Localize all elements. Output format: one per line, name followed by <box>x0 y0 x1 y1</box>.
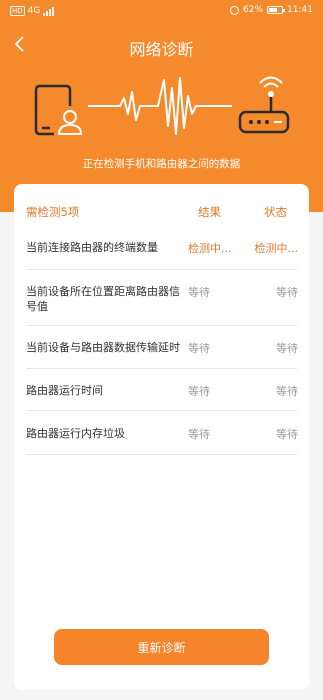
battery-fill <box>269 8 277 12</box>
check-result: 等待 <box>188 286 210 299</box>
table-header: 需检测5项 结果 状态 <box>26 204 297 220</box>
header-result: 结果 <box>198 205 221 219</box>
phone-user-icon <box>34 84 83 136</box>
header-status: 状态 <box>264 205 287 219</box>
list-item: 当前设备与路由器数据传输延时 等待 等待 <box>26 326 298 369</box>
list-item: 路由器运行时间 等待 等待 <box>26 369 298 411</box>
status-left: HD 4G <box>10 6 55 16</box>
list-item: 当前设备所在位置距离路由器信号值 等待 等待 <box>26 270 298 326</box>
list-item: 路由器运行内存垃圾 等待 等待 <box>26 411 298 455</box>
rediagnose-button[interactable]: 重新诊断 <box>54 629 269 665</box>
status-bar: HD 4G 62% 11:41 <box>0 0 323 22</box>
check-name: 当前设备所在位置距离路由器信号值 <box>26 285 180 313</box>
check-status: 等待 <box>276 385 298 398</box>
banner-caption: 正在检测手机和路由器之间的数据 <box>82 158 241 170</box>
check-status: 等待 <box>276 428 298 441</box>
status-right: 62% 11:41 <box>230 5 313 15</box>
network-type: 4G <box>27 6 41 16</box>
router-icon <box>238 76 290 134</box>
check-status: 等待 <box>276 286 298 299</box>
check-result: 等待 <box>188 385 210 398</box>
hd-badge: HD <box>10 6 25 16</box>
battery-percent: 62% <box>243 5 264 15</box>
check-name: 路由器运行内存垃圾 <box>26 427 125 440</box>
check-name: 当前连接路由器的终端数量 <box>26 241 158 254</box>
page-title: 网络诊断 <box>129 40 194 59</box>
check-status: 检测中... <box>254 242 299 255</box>
check-list: 当前连接路由器的终端数量 检测中... 检测中... 当前设备所在位置距离路由器… <box>26 228 299 455</box>
check-result: 等待 <box>188 342 210 355</box>
alarm-icon <box>230 5 240 15</box>
signal-icon <box>43 6 55 16</box>
battery-icon <box>267 6 286 14</box>
diagnostic-illustration <box>34 76 290 136</box>
clock: 11:41 <box>287 5 313 15</box>
check-result: 等待 <box>188 428 210 441</box>
check-status: 等待 <box>276 342 298 355</box>
header-item-count: 需检测5项 <box>26 205 80 219</box>
check-name: 路由器运行时间 <box>26 384 103 397</box>
check-result: 检测中... <box>188 242 232 255</box>
heartbeat-line <box>88 77 232 135</box>
diagnosis-card: 需检测5项 结果 状态 当前连接路由器的终端数量 检测中... 检测中... 当… <box>14 184 309 690</box>
list-item: 当前连接路由器的终端数量 检测中... 检测中... <box>26 228 299 270</box>
app-header: 网络诊断 <box>0 30 323 60</box>
check-name: 当前设备与路由器数据传输延时 <box>26 341 180 354</box>
